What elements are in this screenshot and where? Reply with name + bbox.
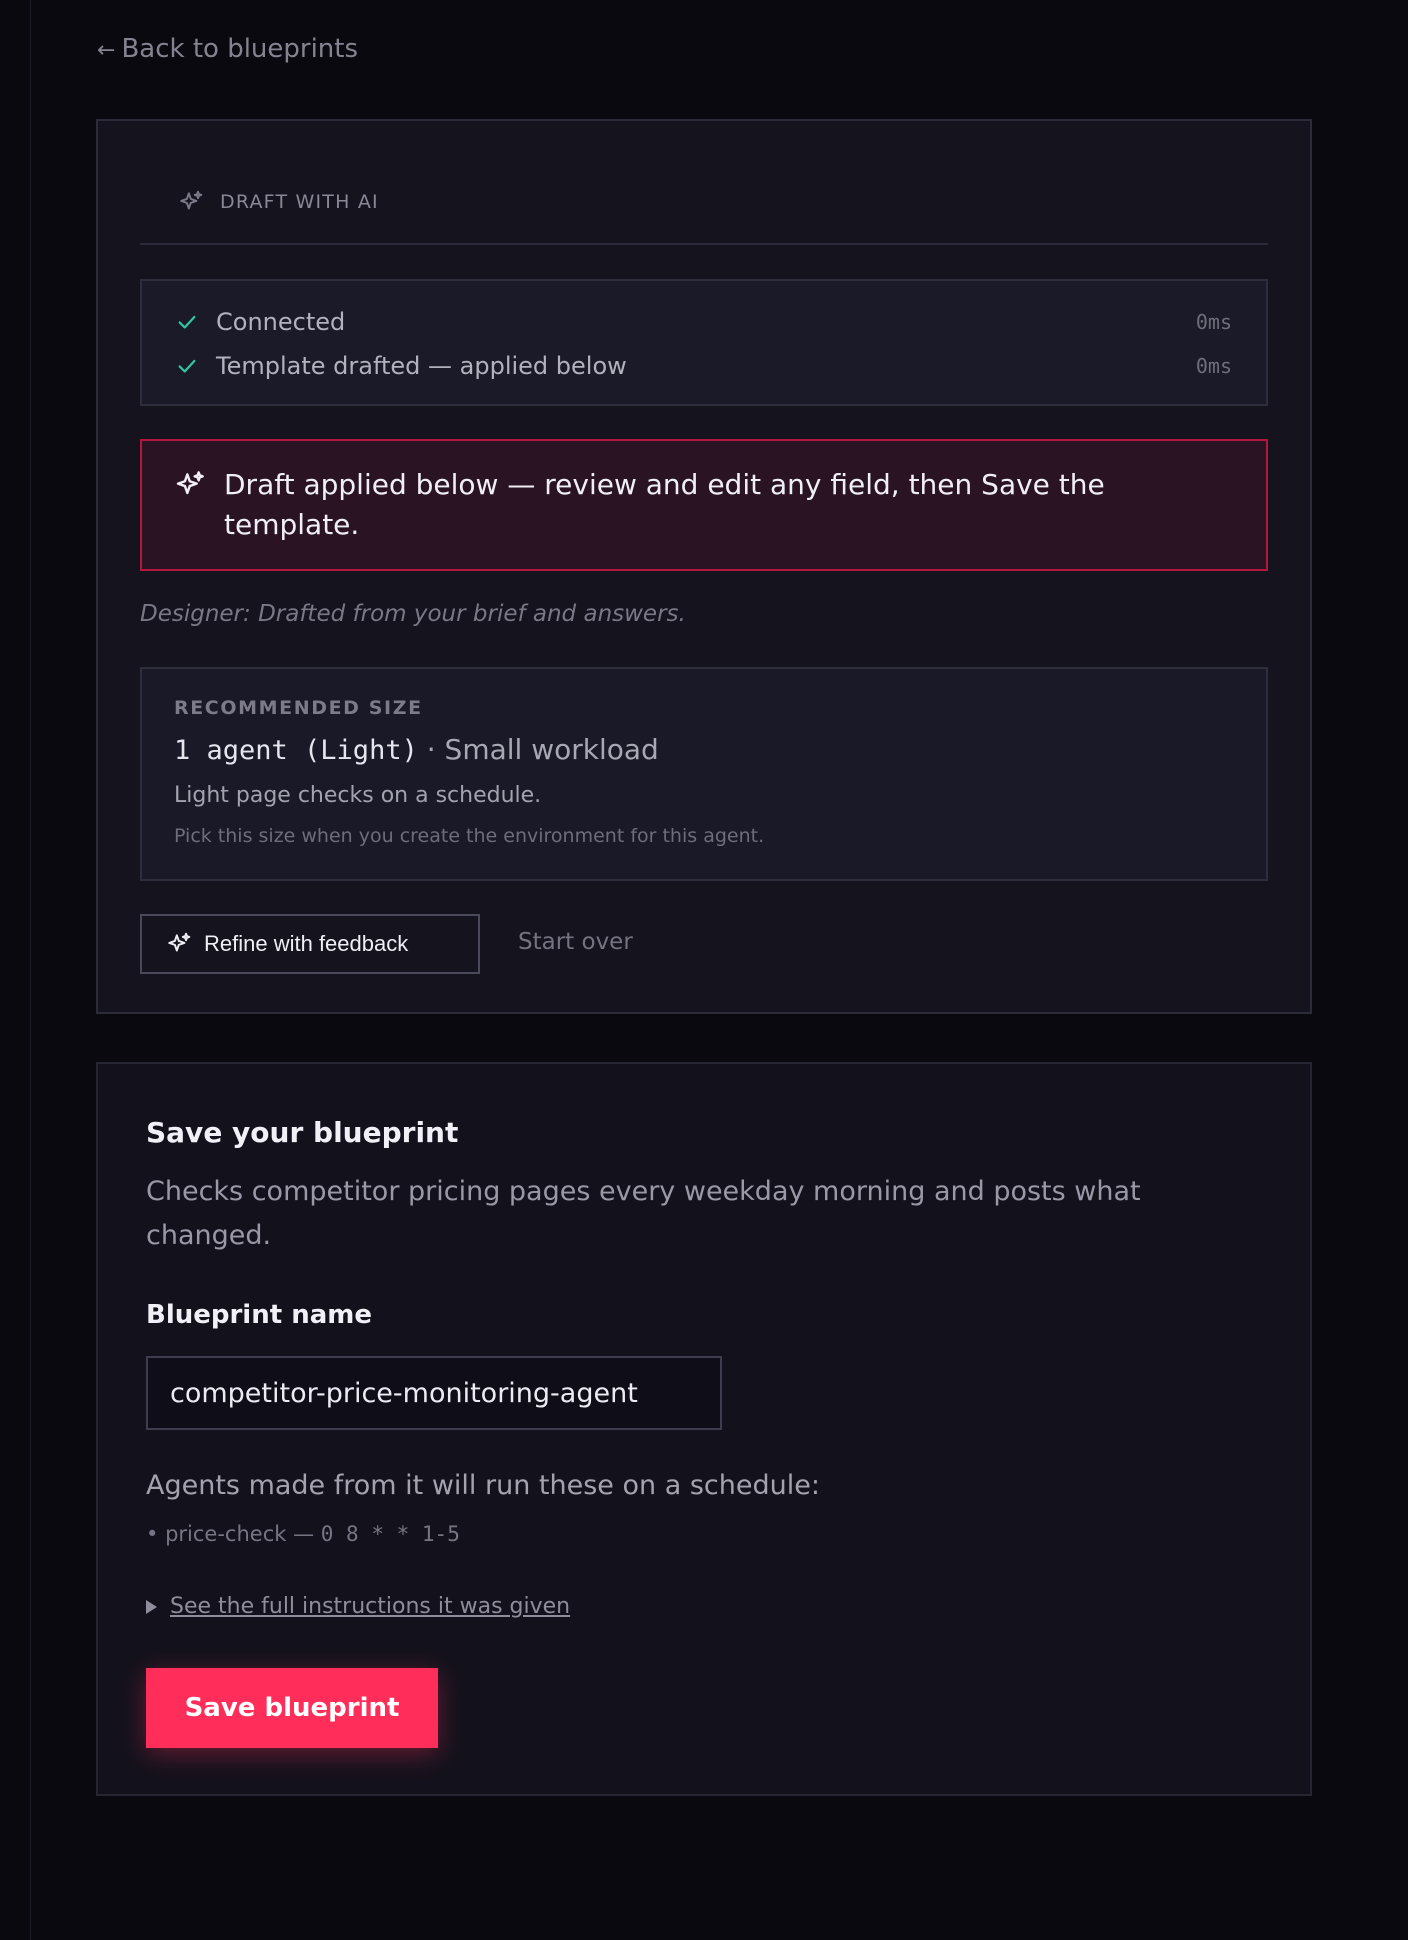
status-item-drafted: Template drafted — applied below 0ms (176, 351, 1232, 381)
full-instructions-disclosure[interactable]: See the full instructions it was given (146, 1594, 570, 1619)
draft-with-ai-panel: DRAFT WITH AI Connected 0ms Template dra… (96, 119, 1312, 1014)
sparkles-icon (168, 932, 191, 952)
refine-button-label: Refine with feedback (204, 931, 409, 956)
agent-size: 1 agent (Light) (174, 735, 418, 766)
recommended-size-headline: 1 agent (Light) · Small workload (174, 733, 659, 766)
left-divider (30, 0, 31, 1940)
refine-with-feedback-button[interactable]: Refine with feedback (140, 914, 480, 974)
recommended-size-hint: Pick this size when you create the envir… (174, 825, 765, 847)
schedule-dash: — (286, 1522, 321, 1546)
status-time: 0ms (1195, 354, 1232, 378)
status-time: 0ms (1195, 310, 1232, 334)
disclosure-triangle-icon (146, 1599, 157, 1614)
ai-panel-title: DRAFT WITH AI (220, 191, 379, 213)
schedule-intro: Agents made from it will run these on a … (146, 1470, 820, 1501)
recommended-size-description: Light page checks on a schedule. (174, 783, 542, 808)
save-panel-title: Save your blueprint (146, 1116, 459, 1149)
workload-label: Small workload (444, 733, 659, 766)
ai-panel-header: DRAFT WITH AI (140, 183, 1268, 245)
alert-message: Draft applied below — review and edit an… (224, 468, 1105, 541)
sparkles-icon (180, 190, 203, 210)
back-link-label: Back to blueprints (121, 34, 359, 64)
disclosure-label: See the full instructions it was given (170, 1594, 571, 1619)
schedule-name: price-check (165, 1522, 287, 1546)
blueprint-name-label: Blueprint name (146, 1300, 372, 1330)
size-separator: · (417, 733, 445, 766)
status-label: Template drafted — applied below (216, 352, 627, 380)
designer-note: Designer: Drafted from your brief and an… (140, 601, 686, 627)
blueprint-description: Checks competitor pricing pages every we… (146, 1176, 1141, 1251)
check-icon (178, 315, 196, 329)
start-over-button[interactable]: Start over (518, 929, 633, 955)
back-arrow-icon: ← (97, 38, 116, 63)
schedule-cron: 0 8 * * 1-5 (320, 1522, 460, 1546)
status-item-connected: Connected 0ms (176, 307, 1232, 337)
recommended-size-box: RECOMMENDED SIZE 1 agent (Light) · Small… (140, 667, 1268, 881)
back-to-blueprints-link[interactable]: ← Back to blueprints (97, 34, 358, 64)
sparkles-icon (176, 471, 204, 495)
save-blueprint-panel: Save your blueprint Checks competitor pr… (96, 1062, 1312, 1796)
draft-applied-alert: Draft applied below — review and edit an… (140, 439, 1268, 571)
status-label: Connected (216, 308, 346, 336)
status-log: Connected 0ms Template drafted — applied… (140, 279, 1268, 406)
recommended-size-eyebrow: RECOMMENDED SIZE (174, 697, 423, 719)
save-blueprint-button[interactable]: Save blueprint (146, 1668, 438, 1748)
check-icon (178, 359, 196, 373)
blueprint-name-input[interactable] (146, 1356, 722, 1430)
schedule-item: • price-check — 0 8 * * 1-5 (146, 1522, 460, 1546)
bullet: • (146, 1522, 159, 1546)
